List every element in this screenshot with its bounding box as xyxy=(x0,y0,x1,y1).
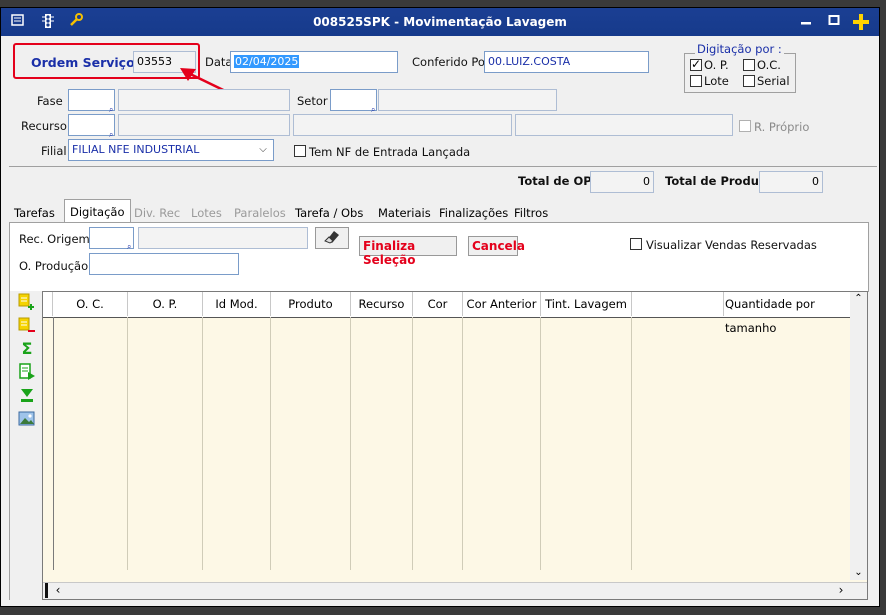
col-blank[interactable] xyxy=(632,292,724,316)
nf-entrada-label: Tem NF de Entrada Lançada xyxy=(309,145,471,159)
setor-desc-field xyxy=(378,89,557,111)
op-checkbox[interactable] xyxy=(690,57,702,71)
r-proprio-label: R. Próprio xyxy=(754,120,810,134)
fase-code-field[interactable] xyxy=(68,89,115,111)
add-row-icon[interactable] xyxy=(18,293,36,311)
tab-filtros[interactable]: Filtros xyxy=(509,201,553,223)
serial-label: Serial xyxy=(757,74,790,88)
col-cor-anterior[interactable]: Cor Anterior xyxy=(463,292,541,316)
filter-down-icon[interactable] xyxy=(18,386,36,404)
col-produto[interactable]: Produto xyxy=(271,292,351,316)
grid-line xyxy=(631,317,632,570)
tab-lotes[interactable]: Lotes xyxy=(186,201,227,223)
tab-div-rec[interactable]: Div. Rec xyxy=(129,201,185,223)
recurso-field-3 xyxy=(515,114,733,136)
add-icon[interactable] xyxy=(852,13,870,31)
op-label: O. P. xyxy=(704,58,729,72)
tab-tarefa-obs[interactable]: Tarefa / Obs xyxy=(290,201,368,223)
data-grid[interactable]: O. C. O. P. Id Mod. Produto Recurso Cor … xyxy=(42,291,868,600)
tab-finalizacoes[interactable]: Finalizações xyxy=(434,201,513,223)
sum-icon[interactable]: Σ xyxy=(18,340,36,358)
tab-digitacao[interactable]: Digitação xyxy=(64,199,131,223)
serial-checkbox[interactable] xyxy=(743,75,755,87)
o-producao-label: O. Produção xyxy=(19,259,89,273)
col-tint-lavagem[interactable]: Tint. Lavagem xyxy=(541,292,632,316)
grid-line xyxy=(350,317,351,570)
export-icon[interactable] xyxy=(18,363,36,381)
scroll-down-icon[interactable]: ⌄ xyxy=(850,567,867,579)
chevron-down-icon[interactable]: ⌵ xyxy=(254,141,272,159)
tab-tarefas[interactable]: Tarefas xyxy=(9,201,60,223)
total-produtos-field: 0 xyxy=(759,171,823,193)
scroll-thumb-marker xyxy=(45,583,48,598)
filial-value: FILIAL NFE INDUSTRIAL xyxy=(72,143,200,156)
eraser-icon[interactable] xyxy=(315,227,349,249)
scroll-right-icon[interactable]: › xyxy=(835,583,847,598)
digitacao-title: Digitação por : xyxy=(695,42,784,56)
grid-line xyxy=(540,317,541,570)
visualizar-vendas-label: Visualizar Vendas Reservadas xyxy=(646,238,817,252)
oc-checkbox[interactable] xyxy=(743,59,755,71)
data-field-value: 02/04/2025 xyxy=(234,55,300,68)
col-op[interactable]: O. P. xyxy=(128,292,203,316)
grid-line xyxy=(462,317,463,570)
recurso-desc-field xyxy=(118,114,290,136)
window-title: 008525SPK - Movimentação Lavagem xyxy=(313,15,567,29)
title-bar: 008525SPK - Movimentação Lavagem xyxy=(1,8,879,36)
conferido-field[interactable]: 00.LUIZ.COSTA xyxy=(484,51,649,73)
maximize-icon[interactable] xyxy=(825,13,843,31)
grid-line xyxy=(53,317,54,570)
horizontal-scrollbar[interactable] xyxy=(43,582,867,599)
grid-line xyxy=(202,317,203,570)
conferido-label: Conferido Por xyxy=(412,55,490,69)
grid-line xyxy=(127,317,128,570)
col-recurso[interactable]: Recurso xyxy=(351,292,413,316)
divider xyxy=(9,166,877,167)
filial-label: Filial xyxy=(41,144,67,158)
col-cor[interactable]: Cor xyxy=(413,292,463,316)
fase-desc-field xyxy=(118,89,290,111)
setor-code-field[interactable] xyxy=(330,89,377,111)
finaliza-selecao-button[interactable]: Finaliza Seleção xyxy=(359,236,457,267)
side-toolbar xyxy=(9,291,43,600)
scroll-up-icon[interactable]: ⌃ xyxy=(850,293,867,307)
data-label: Data xyxy=(205,55,233,69)
fase-label: Fase xyxy=(37,94,63,108)
o-producao-field[interactable] xyxy=(89,253,239,275)
image-icon[interactable] xyxy=(18,410,36,428)
rec-origem-lookup-icon[interactable]: ⌕ xyxy=(127,242,131,252)
cancela-button[interactable]: Cancela xyxy=(468,236,525,256)
grid-line xyxy=(412,317,413,570)
lote-label: Lote xyxy=(704,74,729,88)
total-op-field: 0 xyxy=(590,171,654,193)
col-oc[interactable]: O. C. xyxy=(53,292,128,316)
lote-checkbox[interactable] xyxy=(690,75,702,87)
rec-origem-desc-field xyxy=(138,227,308,249)
recurso-field-2 xyxy=(293,114,512,136)
scroll-left-icon[interactable]: ‹ xyxy=(52,583,64,598)
remove-row-icon[interactable] xyxy=(18,317,36,335)
row-indicator-header xyxy=(43,292,53,316)
main-window: 008525SPK - Movimentação Lavagem Ordem S… xyxy=(0,7,880,607)
nf-entrada-checkbox[interactable] xyxy=(294,145,306,157)
vertical-scrollbar[interactable] xyxy=(850,292,867,580)
setor-label: Setor xyxy=(297,94,328,108)
oc-label: O.C. xyxy=(757,58,781,72)
col-id-mod[interactable]: Id Mod. xyxy=(203,292,271,316)
minimize-icon[interactable] xyxy=(797,13,815,31)
recurso-label: Recurso xyxy=(21,119,67,133)
r-proprio-checkbox[interactable] xyxy=(739,120,751,132)
data-field[interactable]: 02/04/2025 xyxy=(230,51,398,73)
col-quantidade-tamanho[interactable]: Quantidade por tamanho xyxy=(724,292,850,335)
filial-select[interactable]: FILIAL NFE INDUSTRIAL xyxy=(68,139,274,161)
grid-line xyxy=(270,317,271,570)
tab-paralelos[interactable]: Paralelos xyxy=(229,201,291,223)
tab-materiais[interactable]: Materiais xyxy=(373,201,436,223)
ordem-servico-label: Ordem Serviço xyxy=(31,55,135,70)
visualizar-vendas-checkbox[interactable] xyxy=(630,238,642,250)
recurso-code-field[interactable] xyxy=(68,114,115,136)
rec-origem-label: Rec. Origem xyxy=(19,232,90,246)
